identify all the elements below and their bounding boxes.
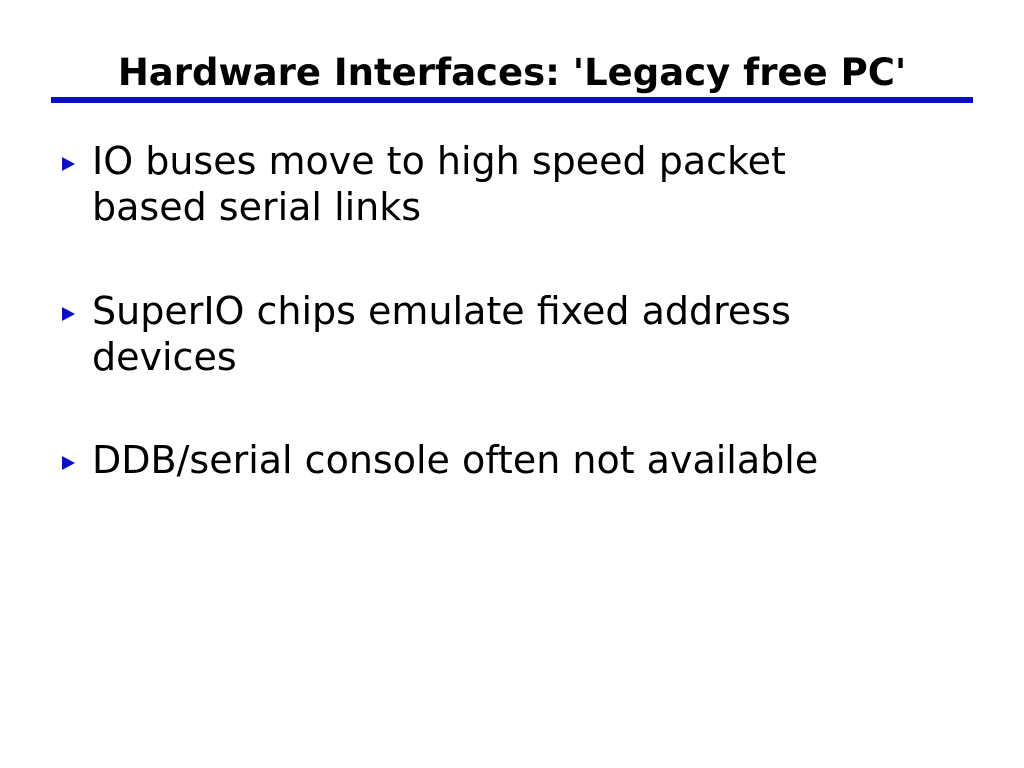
triangle-right-icon xyxy=(62,307,75,321)
triangle-right-icon xyxy=(62,157,75,171)
slide-title: Hardware Interfaces: 'Legacy free PC' xyxy=(117,51,907,94)
slide: { "slide": { "title": "Hardware Interfac… xyxy=(0,0,1024,768)
bullet-text: SuperIO chips emulate fixed address devi… xyxy=(92,289,791,379)
bullet-text: DDB/serial console often not available xyxy=(92,438,819,482)
triangle-right-icon xyxy=(62,456,75,470)
title-underline xyxy=(51,97,973,103)
bullet-text: IO buses move to high speed packet based… xyxy=(92,139,786,229)
